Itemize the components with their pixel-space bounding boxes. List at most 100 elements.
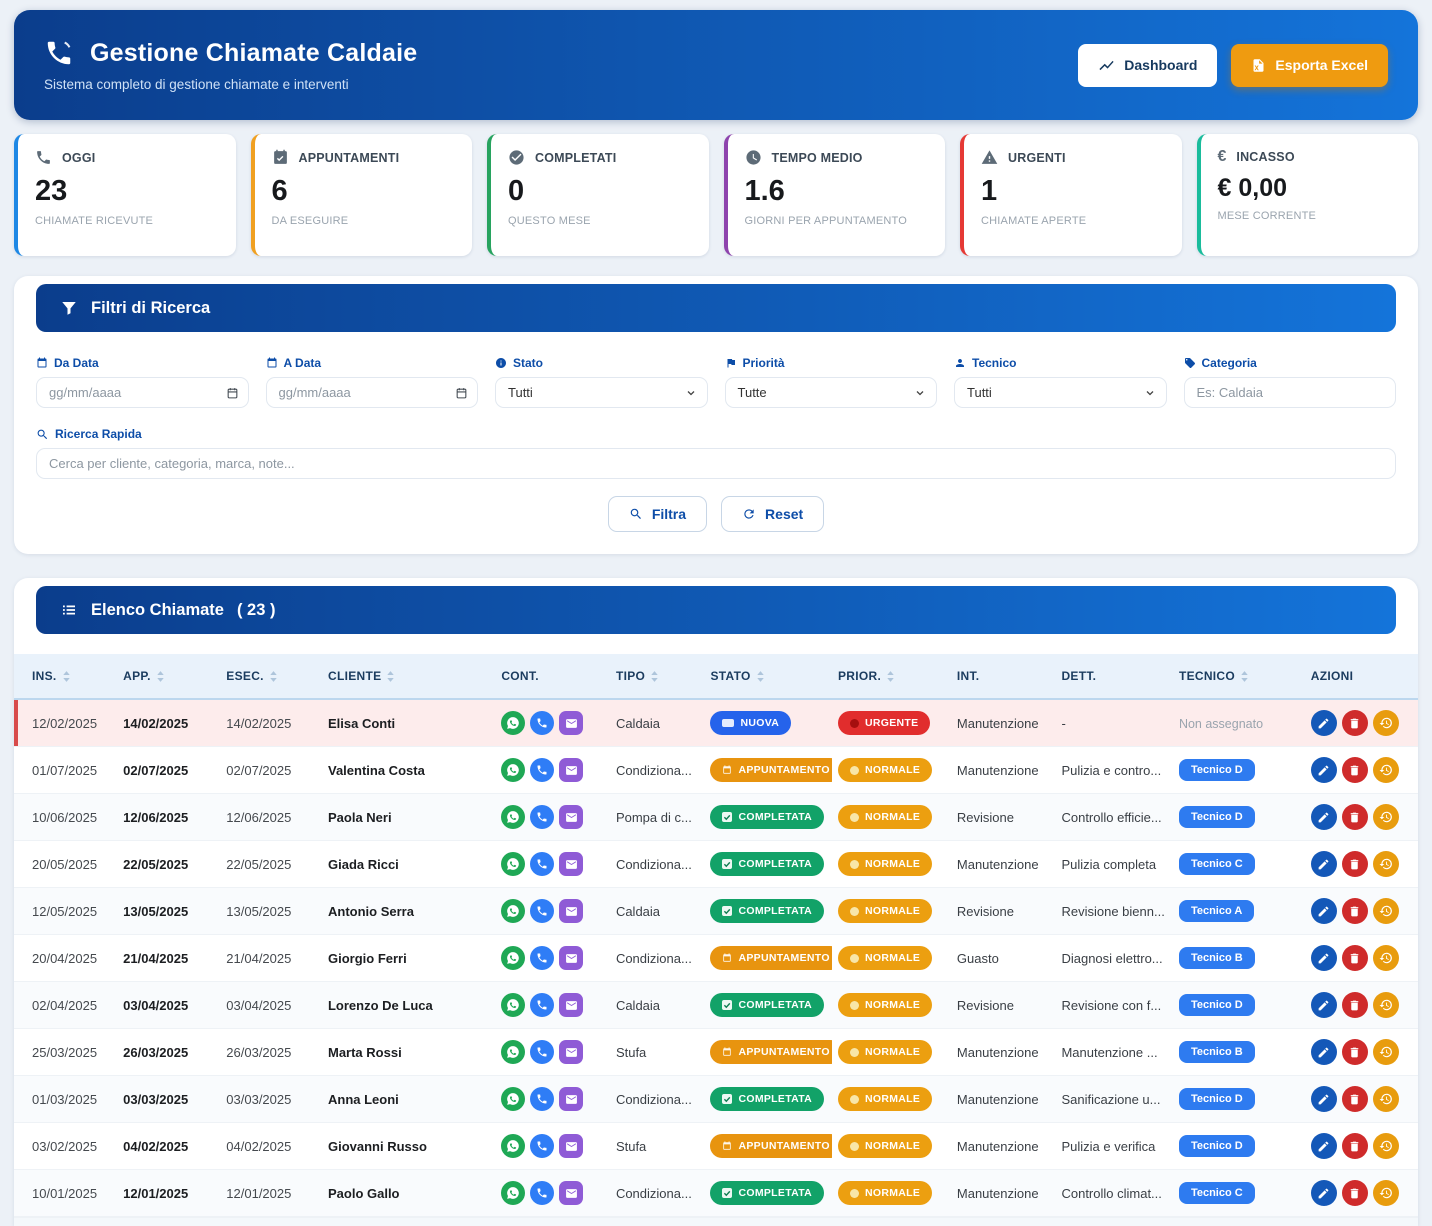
phone-icon[interactable] [530, 993, 554, 1017]
stat-label: INCASSO [1236, 150, 1294, 164]
phone-icon[interactable] [530, 852, 554, 876]
whatsapp-icon[interactable] [501, 993, 525, 1017]
phone-icon[interactable] [530, 1181, 554, 1205]
cell-int: Manutenzione [951, 841, 1056, 888]
delete-icon[interactable] [1342, 851, 1368, 877]
edit-icon[interactable] [1311, 1133, 1337, 1159]
edit-icon[interactable] [1311, 898, 1337, 924]
priority-badge: URGENTE [838, 711, 930, 735]
history-icon[interactable] [1373, 1086, 1399, 1112]
phone-icon[interactable] [530, 1087, 554, 1111]
column-header-tecnico[interactable]: TECNICO [1173, 654, 1305, 699]
email-icon[interactable] [559, 1087, 583, 1111]
history-icon[interactable] [1373, 1133, 1399, 1159]
delete-icon[interactable] [1342, 804, 1368, 830]
edit-icon[interactable] [1311, 1086, 1337, 1112]
tecnico-select[interactable]: Tutti [954, 377, 1167, 408]
whatsapp-icon[interactable] [501, 758, 525, 782]
tecnico-badge: Tecnico A [1179, 900, 1254, 922]
email-icon[interactable] [559, 711, 583, 735]
email-icon[interactable] [559, 1181, 583, 1205]
file-excel-icon [1251, 58, 1266, 73]
filtra-button[interactable]: Filtra [608, 496, 707, 532]
column-header-ins[interactable]: INS. [14, 654, 117, 699]
email-icon[interactable] [559, 1040, 583, 1064]
chart-line-icon [1098, 57, 1115, 74]
edit-icon[interactable] [1311, 945, 1337, 971]
whatsapp-icon[interactable] [501, 711, 525, 735]
delete-icon[interactable] [1342, 992, 1368, 1018]
cell-contatti [495, 935, 610, 982]
da-data-input[interactable] [36, 377, 249, 408]
whatsapp-icon[interactable] [501, 1087, 525, 1111]
email-icon[interactable] [559, 805, 583, 829]
whatsapp-icon[interactable] [501, 1040, 525, 1064]
delete-icon[interactable] [1342, 945, 1368, 971]
calendar-icon [266, 357, 278, 369]
whatsapp-icon[interactable] [501, 1181, 525, 1205]
column-header-cliente[interactable]: CLIENTE [322, 654, 495, 699]
phone-icon[interactable] [530, 711, 554, 735]
delete-icon[interactable] [1342, 1133, 1368, 1159]
email-icon[interactable] [559, 899, 583, 923]
priority-badge: NORMALE [838, 852, 932, 876]
whatsapp-icon[interactable] [501, 1134, 525, 1158]
history-icon[interactable] [1373, 1180, 1399, 1206]
cell-dett: Revisione con f... [1055, 982, 1172, 1029]
whatsapp-icon[interactable] [501, 899, 525, 923]
column-header-tipo[interactable]: TIPO [610, 654, 705, 699]
whatsapp-icon[interactable] [501, 805, 525, 829]
history-icon[interactable] [1373, 757, 1399, 783]
phone-icon[interactable] [530, 805, 554, 829]
history-icon[interactable] [1373, 710, 1399, 736]
email-icon[interactable] [559, 1134, 583, 1158]
history-icon[interactable] [1373, 851, 1399, 877]
reset-button[interactable]: Reset [721, 496, 824, 532]
edit-icon[interactable] [1311, 757, 1337, 783]
column-header-esec[interactable]: ESEC. [220, 654, 322, 699]
history-icon[interactable] [1373, 898, 1399, 924]
email-icon[interactable] [559, 852, 583, 876]
phone-icon[interactable] [530, 758, 554, 782]
export-excel-button[interactable]: Esporta Excel [1231, 44, 1388, 87]
email-icon[interactable] [559, 758, 583, 782]
categoria-input[interactable] [1184, 377, 1397, 408]
delete-icon[interactable] [1342, 757, 1368, 783]
edit-icon[interactable] [1311, 1180, 1337, 1206]
status-badge: APPUNTAMENTO [710, 758, 832, 782]
delete-icon[interactable] [1342, 898, 1368, 924]
column-header-stato[interactable]: STATO [704, 654, 832, 699]
delete-icon[interactable] [1342, 1086, 1368, 1112]
stato-select[interactable]: Tutti [495, 377, 708, 408]
edit-icon[interactable] [1311, 851, 1337, 877]
history-icon[interactable] [1373, 945, 1399, 971]
history-icon[interactable] [1373, 992, 1399, 1018]
phone-icon[interactable] [530, 1040, 554, 1064]
delete-icon[interactable] [1342, 1039, 1368, 1065]
phone-icon[interactable] [530, 1134, 554, 1158]
delete-icon[interactable] [1342, 710, 1368, 736]
edit-icon[interactable] [1311, 804, 1337, 830]
edit-icon[interactable] [1311, 710, 1337, 736]
whatsapp-icon[interactable] [501, 852, 525, 876]
edit-icon[interactable] [1311, 1039, 1337, 1065]
history-icon[interactable] [1373, 804, 1399, 830]
quick-search-input[interactable] [36, 448, 1396, 479]
phone-icon[interactable] [530, 899, 554, 923]
priorita-select[interactable]: Tutte [725, 377, 938, 408]
cell-contatti [495, 1076, 610, 1123]
whatsapp-icon[interactable] [501, 946, 525, 970]
column-header-prior[interactable]: PRIOR. [832, 654, 951, 699]
email-icon[interactable] [559, 946, 583, 970]
history-icon[interactable] [1373, 1039, 1399, 1065]
delete-icon[interactable] [1342, 1180, 1368, 1206]
table-title: Elenco Chiamate [91, 601, 224, 620]
a-data-input[interactable] [266, 377, 479, 408]
stat-label: OGGI [62, 151, 95, 165]
column-header-app[interactable]: APP. [117, 654, 220, 699]
dashboard-button[interactable]: Dashboard [1078, 44, 1217, 87]
email-icon[interactable] [559, 993, 583, 1017]
phone-icon[interactable] [530, 946, 554, 970]
cell-ins: 12/02/2025 [14, 699, 117, 747]
edit-icon[interactable] [1311, 992, 1337, 1018]
